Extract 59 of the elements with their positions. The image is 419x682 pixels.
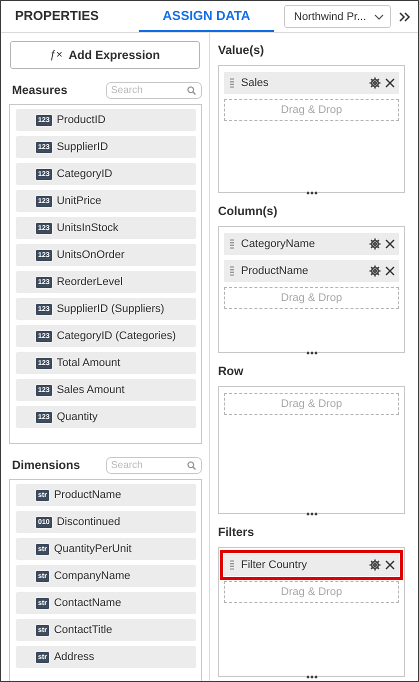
settings-icon[interactable] bbox=[369, 238, 381, 250]
field-name: Sales Amount bbox=[56, 384, 125, 396]
field-name: UnitsInStock bbox=[56, 222, 118, 234]
section-title: Column(s) bbox=[218, 202, 278, 220]
search-field[interactable]: Search bbox=[106, 82, 202, 98]
tab[interactable]: PROPERTIES bbox=[1, 1, 119, 32]
group-title: Measures bbox=[12, 83, 68, 97]
field-name: Total Amount bbox=[56, 357, 120, 369]
tab[interactable]: ASSIGN DATA bbox=[139, 1, 274, 32]
field-name: UnitsOnOrder bbox=[56, 249, 125, 261]
close-icon[interactable] bbox=[385, 266, 395, 276]
field-name: ContactName bbox=[54, 597, 122, 609]
close-icon[interactable] bbox=[385, 78, 395, 88]
drop-zone: Drag & Drop bbox=[224, 393, 399, 415]
field-name: CategoryID bbox=[56, 168, 112, 180]
field-name: Address bbox=[54, 651, 94, 663]
field-name: SupplierID bbox=[56, 141, 108, 153]
chevron-down-icon bbox=[374, 14, 384, 20]
drag-handle-icon[interactable] bbox=[230, 266, 234, 276]
field-name: SupplierID (Suppliers) bbox=[56, 303, 164, 315]
field-name: CategoryID (Categories) bbox=[56, 330, 176, 342]
settings-icon[interactable] bbox=[369, 77, 381, 89]
drop-zone: Drag & Drop bbox=[224, 580, 399, 602]
field-name: UnitPrice bbox=[56, 195, 102, 207]
drop-zone: Drag & Drop bbox=[224, 286, 399, 308]
section-title: Filters bbox=[218, 524, 256, 540]
drag-handle-icon[interactable] bbox=[230, 238, 234, 248]
search-icon bbox=[187, 460, 196, 470]
field-chip[interactable]: ProductName bbox=[224, 260, 399, 282]
field-chip[interactable]: Filter Country bbox=[224, 554, 399, 576]
group-title: Dimensions bbox=[12, 458, 80, 472]
section-title: Value(s) bbox=[218, 42, 266, 59]
field-name: ReorderLevel bbox=[56, 276, 123, 288]
settings-icon[interactable] bbox=[369, 264, 381, 276]
resize-handle-icon[interactable] bbox=[306, 351, 318, 355]
field-name: Discontinued bbox=[56, 516, 120, 528]
add-expression-button[interactable]: ƒ× Add Expression bbox=[10, 41, 200, 69]
resize-handle-icon[interactable] bbox=[306, 190, 318, 194]
field-name: CompanyName bbox=[54, 570, 130, 582]
field-name: ProductName bbox=[54, 489, 122, 501]
drop-zone: Drag & Drop bbox=[224, 99, 399, 121]
search-icon bbox=[187, 86, 196, 94]
settings-icon[interactable] bbox=[369, 558, 381, 570]
close-icon[interactable] bbox=[385, 560, 395, 570]
field-name: QuantityPerUnit bbox=[54, 543, 132, 555]
close-icon[interactable] bbox=[385, 238, 395, 248]
field-name: Quantity bbox=[56, 411, 98, 423]
search-field[interactable]: Search bbox=[106, 456, 202, 474]
drag-handle-icon[interactable] bbox=[230, 78, 234, 88]
field-name: ProductID bbox=[56, 114, 106, 126]
field-name: ContactTitle bbox=[54, 624, 112, 636]
datasource-dropdown[interactable]: Northwind Pr... bbox=[284, 5, 391, 28]
resize-handle-icon[interactable] bbox=[306, 512, 318, 516]
field-chip[interactable]: Sales bbox=[224, 72, 399, 94]
double-chevron-right-icon[interactable] bbox=[399, 12, 411, 22]
drag-handle-icon[interactable] bbox=[230, 560, 234, 570]
section-title: Row bbox=[218, 363, 244, 380]
resize-handle-icon[interactable] bbox=[306, 675, 318, 679]
field-chip[interactable]: CategoryName bbox=[224, 232, 399, 254]
